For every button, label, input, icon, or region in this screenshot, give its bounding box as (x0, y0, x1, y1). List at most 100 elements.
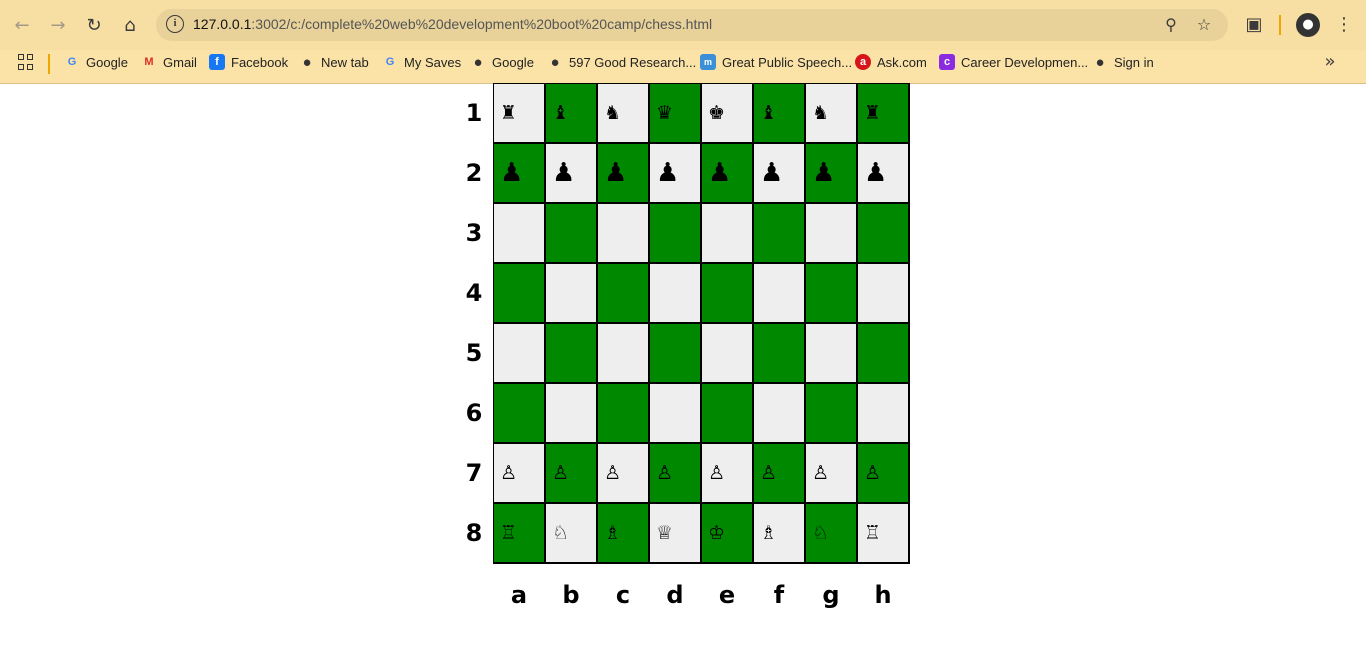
bookmark-item[interactable]: ● 597 Good Research... (547, 51, 696, 73)
square-b5[interactable] (545, 323, 597, 383)
square-c1[interactable]: ♞ (597, 83, 649, 143)
chess-piece[interactable]: ♙ (500, 462, 517, 484)
chess-piece[interactable]: ♟ (656, 158, 679, 188)
more-bookmarks-icon[interactable]: » (1316, 48, 1344, 76)
bookmark-item[interactable]: G My Saves (382, 51, 461, 73)
chess-piece[interactable]: ♞ (812, 102, 829, 124)
chess-piece[interactable]: ♙ (552, 462, 569, 484)
square-a4[interactable] (493, 263, 545, 323)
chess-piece[interactable]: ♟ (604, 158, 627, 188)
square-e7[interactable]: ♙ (701, 443, 753, 503)
square-d3[interactable] (649, 203, 701, 263)
chess-piece[interactable]: ♛ (656, 102, 673, 124)
square-h7[interactable]: ♙ (857, 443, 909, 503)
square-a7[interactable]: ♙ (493, 443, 545, 503)
bookmark-item[interactable]: G Google (64, 51, 128, 73)
square-f3[interactable] (753, 203, 805, 263)
square-d8[interactable]: ♕ (649, 503, 701, 563)
square-f6[interactable] (753, 383, 805, 443)
square-c2[interactable]: ♟ (597, 143, 649, 203)
home-icon[interactable]: ⌂ (116, 11, 144, 39)
square-e4[interactable] (701, 263, 753, 323)
square-b8[interactable]: ♘ (545, 503, 597, 563)
back-icon[interactable]: ← (8, 11, 36, 39)
menu-icon[interactable]: ⋮ (1330, 11, 1358, 39)
chess-piece[interactable]: ♜ (500, 102, 517, 124)
url-text[interactable]: 127.0.0.1:3002/c:/complete%20web%20devel… (193, 16, 712, 32)
square-h8[interactable]: ♖ (857, 503, 909, 563)
chess-piece[interactable]: ♙ (760, 462, 777, 484)
square-c3[interactable] (597, 203, 649, 263)
chess-piece[interactable]: ♖ (864, 522, 881, 544)
square-h3[interactable] (857, 203, 909, 263)
square-a6[interactable] (493, 383, 545, 443)
chess-piece[interactable]: ♙ (812, 462, 829, 484)
chess-piece[interactable]: ♙ (656, 462, 673, 484)
square-g6[interactable] (805, 383, 857, 443)
chess-piece[interactable]: ♕ (656, 522, 673, 544)
chess-piece[interactable]: ♘ (812, 522, 829, 544)
square-e8[interactable]: ♔ (701, 503, 753, 563)
chess-piece[interactable]: ♙ (604, 462, 621, 484)
square-f5[interactable] (753, 323, 805, 383)
address-bar[interactable]: i 127.0.0.1:3002/c:/complete%20web%20dev… (156, 9, 1228, 41)
chess-piece[interactable]: ♝ (552, 102, 569, 124)
square-g7[interactable]: ♙ (805, 443, 857, 503)
square-h2[interactable]: ♟ (857, 143, 909, 203)
profile-avatar[interactable]: ● (1296, 13, 1320, 37)
chess-piece[interactable]: ♟ (500, 158, 523, 188)
square-g4[interactable] (805, 263, 857, 323)
chess-piece[interactable]: ♙ (708, 462, 725, 484)
square-g8[interactable]: ♘ (805, 503, 857, 563)
square-a2[interactable]: ♟ (493, 143, 545, 203)
bookmark-item[interactable]: f Facebook (209, 51, 288, 73)
square-f2[interactable]: ♟ (753, 143, 805, 203)
square-a5[interactable] (493, 323, 545, 383)
chess-piece[interactable]: ♟ (760, 158, 783, 188)
chess-piece[interactable]: ♜ (864, 102, 881, 124)
square-f7[interactable]: ♙ (753, 443, 805, 503)
chess-piece[interactable]: ♟ (552, 158, 575, 188)
square-d2[interactable]: ♟ (649, 143, 701, 203)
square-c7[interactable]: ♙ (597, 443, 649, 503)
square-h4[interactable] (857, 263, 909, 323)
square-d6[interactable] (649, 383, 701, 443)
bookmark-item[interactable]: M Gmail (141, 51, 197, 73)
extensions-icon[interactable]: ▣ (1240, 11, 1268, 39)
bookmark-item[interactable]: m Great Public Speech... (700, 51, 852, 73)
square-f1[interactable]: ♝ (753, 83, 805, 143)
square-c4[interactable] (597, 263, 649, 323)
square-g3[interactable] (805, 203, 857, 263)
chess-piece[interactable]: ♗ (760, 522, 777, 544)
chess-piece[interactable]: ♟ (812, 158, 835, 188)
star-icon[interactable]: ☆ (1194, 15, 1214, 35)
chess-piece[interactable]: ♖ (500, 522, 517, 544)
square-f4[interactable] (753, 263, 805, 323)
square-c5[interactable] (597, 323, 649, 383)
bookmark-item[interactable]: ● New tab (299, 51, 368, 73)
square-c6[interactable] (597, 383, 649, 443)
square-h1[interactable]: ♜ (857, 83, 909, 143)
square-b7[interactable]: ♙ (545, 443, 597, 503)
chess-piece[interactable]: ♚ (708, 102, 725, 124)
square-e2[interactable]: ♟ (701, 143, 753, 203)
square-b4[interactable] (545, 263, 597, 323)
square-b3[interactable] (545, 203, 597, 263)
square-e1[interactable]: ♚ (701, 83, 753, 143)
square-d5[interactable] (649, 323, 701, 383)
reload-icon[interactable]: ↻ (80, 11, 108, 39)
square-e6[interactable] (701, 383, 753, 443)
square-g5[interactable] (805, 323, 857, 383)
chess-piece[interactable]: ♞ (604, 102, 621, 124)
square-a3[interactable] (493, 203, 545, 263)
square-d4[interactable] (649, 263, 701, 323)
chess-piece[interactable]: ♙ (864, 462, 881, 484)
bookmark-item[interactable]: ● Sign in (1092, 51, 1153, 73)
square-g1[interactable]: ♞ (805, 83, 857, 143)
square-d7[interactable]: ♙ (649, 443, 701, 503)
forward-icon[interactable]: → (44, 11, 72, 39)
square-h6[interactable] (857, 383, 909, 443)
chess-piece[interactable]: ♗ (604, 522, 621, 544)
chess-piece[interactable]: ♟ (708, 158, 731, 188)
square-b1[interactable]: ♝ (545, 83, 597, 143)
